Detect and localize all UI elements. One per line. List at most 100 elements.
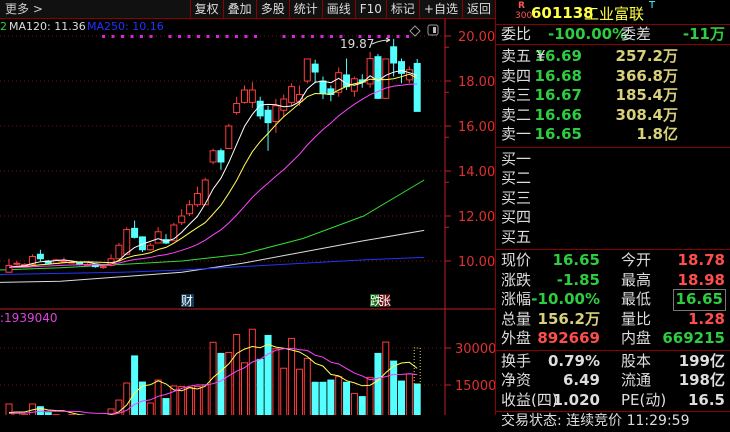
event-dot <box>112 35 115 38</box>
toolbar-button-1[interactable]: 叠加 <box>223 0 256 18</box>
fund-row: 换手0.79%股本199亿 <box>496 352 730 372</box>
candle-body <box>273 106 279 122</box>
candle-body <box>194 194 200 205</box>
candle <box>124 227 130 254</box>
panel-toggle-icon-inner <box>433 27 436 33</box>
event-dot <box>245 35 248 38</box>
candle <box>171 223 177 241</box>
event-dot <box>150 35 153 38</box>
high-price-label: 19.87 <box>340 37 374 51</box>
volume-bar <box>139 382 145 415</box>
toolbar-button-7[interactable]: +自选 <box>419 0 462 18</box>
candle-body <box>116 245 122 259</box>
ask-book: 卖五16.69257.2万¥卖四16.68366.8万卖三16.67185.4万… <box>496 45 730 148</box>
candle-body <box>100 267 106 268</box>
stat-value: 16.65 <box>553 251 600 271</box>
bid-label: 买四 <box>501 208 531 228</box>
bid-row: 买四 <box>496 208 730 228</box>
toolbar-button-6[interactable]: 标记 <box>386 0 419 18</box>
event-dot <box>302 35 305 38</box>
ma-fragment-label: 2 <box>0 20 7 33</box>
volume-bar <box>320 382 326 415</box>
yen-icon: ¥ <box>536 47 546 67</box>
candle-body <box>281 99 287 110</box>
stat-value: 892669 <box>537 329 600 349</box>
candle <box>116 243 122 259</box>
price-tick-label: 12.00 <box>458 210 495 225</box>
weibi-value: -100.00% <box>548 25 627 45</box>
event-dot <box>121 35 124 38</box>
bid-row: 买五 <box>496 228 730 248</box>
volume-bar <box>194 386 200 415</box>
volume-bar <box>328 380 334 415</box>
weibi-row: 委比 -100.00% 委差 -11万 <box>496 25 730 45</box>
candle <box>218 149 224 170</box>
index-badge-top: R <box>518 1 525 11</box>
candle-body <box>399 62 405 74</box>
more-button[interactable]: 更多 > <box>0 0 190 18</box>
volume-tick-label: 30000 <box>455 342 495 357</box>
candle <box>155 227 161 243</box>
event-dot <box>197 35 200 38</box>
volume-bar <box>399 381 405 415</box>
fund-label: 净资 <box>501 371 531 391</box>
candle <box>210 149 216 165</box>
volume-bar <box>257 359 263 415</box>
ma120-label: MA120: 11.36 <box>9 20 86 33</box>
toolbar-button-3[interactable]: 统计 <box>289 0 322 18</box>
candle-body <box>202 180 208 205</box>
event-dot <box>207 35 210 38</box>
stock-name: 工业富联 <box>584 3 644 24</box>
bid-label: 买一 <box>501 150 531 170</box>
ask-row: 卖一16.651.8亿 <box>496 125 730 145</box>
toolbar-button-8[interactable]: 返回 <box>462 0 495 18</box>
ask-price: 16.67 <box>535 86 582 106</box>
ask-volume: 366.8万 <box>616 67 678 87</box>
candle <box>249 82 255 108</box>
volume-bar <box>273 349 279 415</box>
event-dot <box>311 35 314 38</box>
stat-value: 156.2万 <box>538 310 600 330</box>
candle-body <box>344 75 350 87</box>
ask-volume: 257.2万 <box>616 47 678 67</box>
candle <box>37 250 43 261</box>
candle <box>304 59 310 84</box>
bid-book: 买一买二买三买四买五 <box>496 148 730 251</box>
volume-bar <box>383 342 389 415</box>
candle-body <box>218 151 224 162</box>
fund-row: 收益(四)1.020PE(动)16.5 <box>496 391 730 411</box>
event-dot <box>169 35 172 38</box>
candle <box>194 187 200 207</box>
candle-body <box>6 266 12 273</box>
volume-bar <box>414 384 420 415</box>
candle-body <box>187 205 193 214</box>
stat-row: 外盘892669内盘669215 <box>496 329 730 349</box>
kline-chart[interactable]: 20.0018.0016.0014.0012.0010.003000015000… <box>0 19 495 415</box>
toolbar-button-5[interactable]: F10 <box>355 0 386 18</box>
price-tick-label: 18.00 <box>458 75 495 90</box>
candle-body <box>132 228 138 237</box>
toolbar: 更多 > 复权叠加多股统计画线F10标记+自选返回 <box>0 0 495 19</box>
stat-label: 外盘 <box>501 329 531 349</box>
volume-bar <box>391 361 397 415</box>
toolbar-button-4[interactable]: 画线 <box>322 0 355 18</box>
fund-value: 6.49 <box>563 371 600 391</box>
price-tick-label: 20.00 <box>458 30 495 45</box>
candle-body <box>414 63 420 111</box>
stat-label: 现价 <box>501 251 531 271</box>
candle-body <box>226 126 232 149</box>
toolbar-button-0[interactable]: 复权 <box>190 0 223 18</box>
fund-row: 净资6.49流通198亿 <box>496 371 730 391</box>
stat-value: -1.85 <box>557 271 600 291</box>
toolbar-button-2[interactable]: 多股 <box>256 0 289 18</box>
bid-row: 买二 <box>496 169 730 189</box>
event-dot <box>235 35 238 38</box>
event-dot <box>254 35 257 38</box>
event-dot <box>321 35 324 38</box>
ask-row: 卖五16.69257.2万¥ <box>496 47 730 67</box>
fundamentals: 换手0.79%股本199亿净资6.49流通198亿收益(四)1.020PE(动)… <box>496 351 730 413</box>
candle <box>6 259 12 273</box>
ma20-line <box>9 84 417 268</box>
volume-bar <box>242 363 248 415</box>
volume-bar <box>218 353 224 415</box>
